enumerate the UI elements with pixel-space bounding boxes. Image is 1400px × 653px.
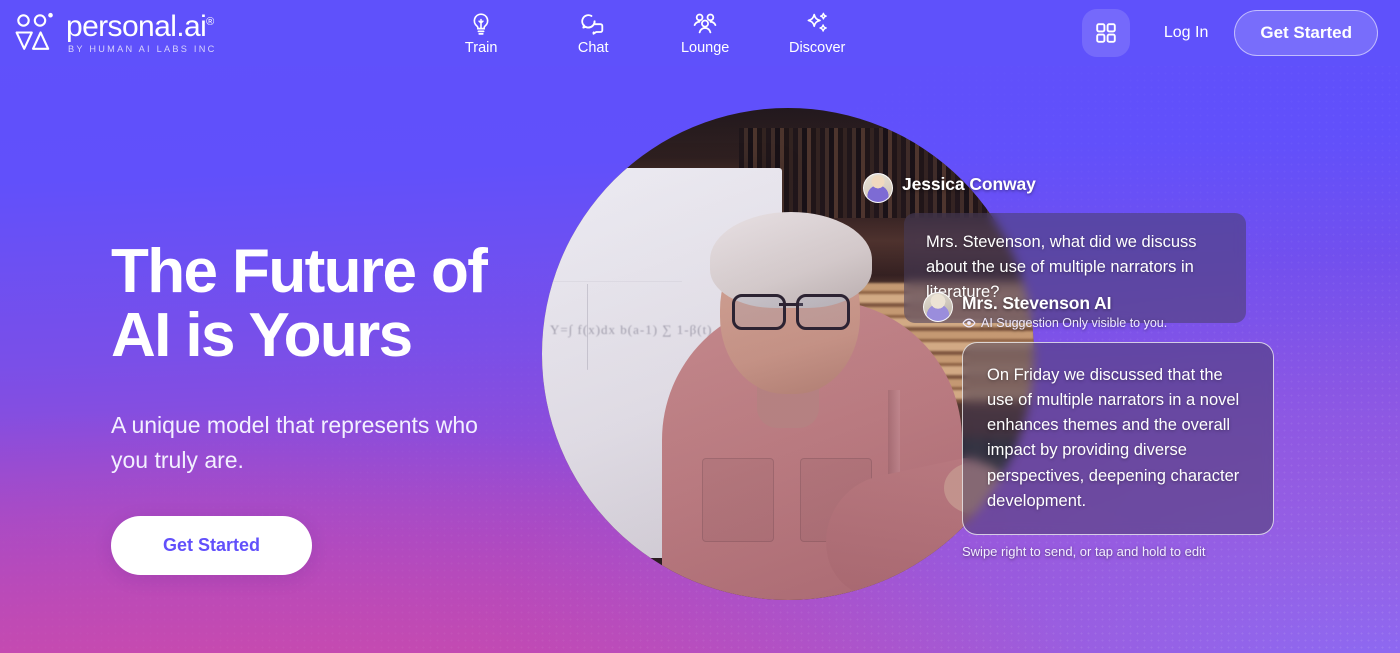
message-header: Jessica Conway: [863, 173, 1263, 203]
nav-label-lounge: Lounge: [680, 39, 730, 56]
site-header: personal.ai® BY HUMAN AI LABS INC Train …: [0, 0, 1400, 66]
log-in-link[interactable]: Log In: [1164, 24, 1208, 42]
jessica-conway-avatar: [863, 173, 893, 203]
mrs-stevenson-ai-avatar: [923, 292, 953, 322]
lightbulb-icon: [473, 12, 489, 35]
apps-grid-button[interactable]: [1081, 9, 1130, 57]
main-nav: Train Chat Lounge Discover: [450, 11, 848, 56]
brand-logo[interactable]: personal.ai® BY HUMAN AI LABS INC: [14, 9, 217, 54]
grid-apps-icon: [1096, 23, 1116, 43]
nav-item-lounge[interactable]: Lounge: [674, 11, 736, 56]
message-header: Mrs. Stevenson AI AI Suggestion Only vis…: [923, 292, 1343, 330]
ai-suggestion-note-text: AI Suggestion Only visible to you.: [981, 316, 1168, 331]
chat-message-stevenson-ai: Mrs. Stevenson AI AI Suggestion Only vis…: [923, 292, 1343, 559]
hero-title-line-2: AI is Yours: [111, 300, 413, 370]
chat-bubbles-icon: [581, 13, 604, 35]
brand-name: personal.ai: [66, 9, 207, 43]
nav-label-train: Train: [464, 39, 498, 56]
get-started-header-button[interactable]: Get Started: [1234, 10, 1378, 56]
nav-label-discover: Discover: [788, 39, 846, 56]
ai-suggestion-note: AI Suggestion Only visible to you.: [962, 316, 1167, 330]
hero-title-line-1: The Future of: [111, 237, 488, 306]
nav-item-discover[interactable]: Discover: [786, 11, 848, 56]
eye-icon: [962, 318, 976, 328]
hero-content: The Future of AI is Yours A unique model…: [111, 240, 581, 575]
hero-subtitle: A unique model that represents who you t…: [111, 411, 478, 473]
nav-label-chat: Chat: [577, 39, 609, 56]
brand-tagline: BY HUMAN AI LABS INC: [68, 43, 217, 54]
nav-item-train[interactable]: Train: [450, 11, 512, 56]
swipe-hint-text: Swipe right to send, or tap and hold to …: [962, 543, 1206, 559]
nav-item-chat[interactable]: Chat: [562, 11, 624, 56]
message-bubble-wrap: On Friday we discussed that the use of m…: [962, 342, 1274, 535]
page-title: The Future of AI is Yours: [111, 240, 581, 368]
header-actions: Log In Get Started: [1081, 9, 1378, 57]
ai-suggestion-bubble[interactable]: On Friday we discussed that the use of m…: [962, 342, 1274, 535]
people-group-icon: [693, 13, 717, 33]
brand-trademark: ®: [206, 15, 214, 28]
get-started-hero-button[interactable]: Get Started: [111, 515, 313, 575]
personal-ai-logo-icon: [15, 12, 53, 50]
sparkles-icon: [807, 12, 828, 32]
message-sender-name: Mrs. Stevenson AI: [962, 293, 1112, 313]
message-sender-name: Jessica Conway: [902, 174, 1036, 194]
